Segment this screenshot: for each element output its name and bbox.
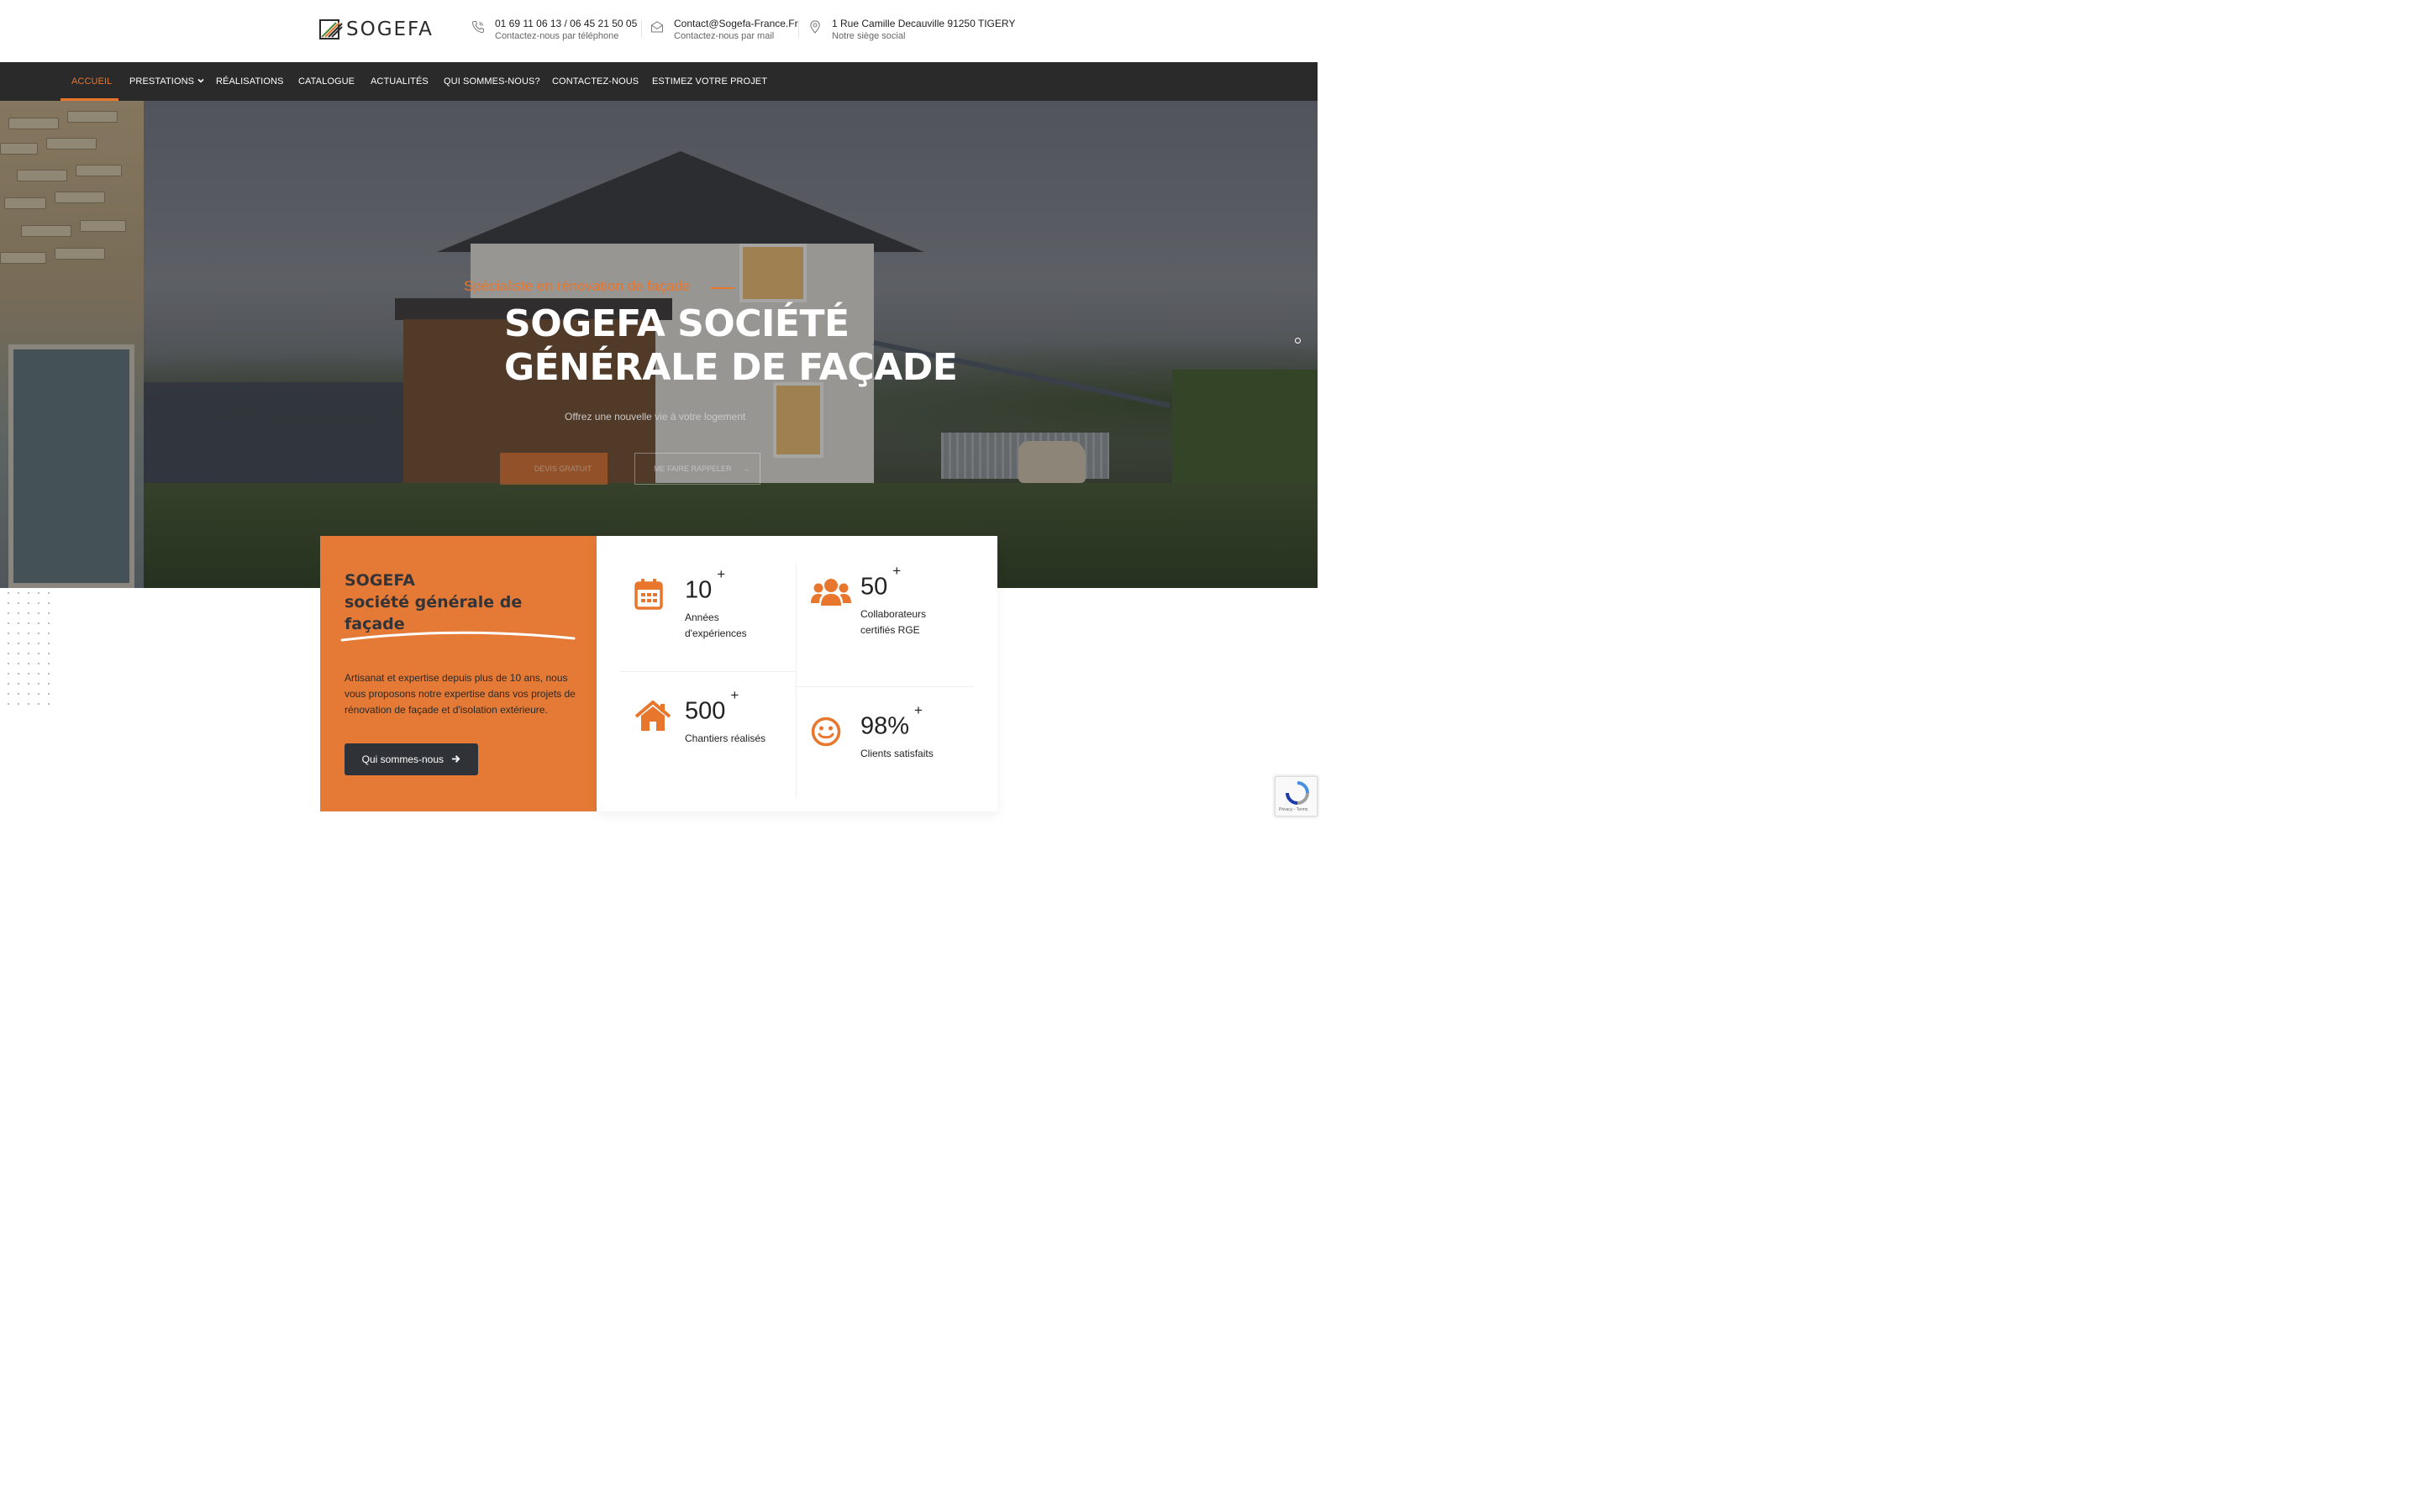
- about-title-line: société générale de: [345, 593, 523, 612]
- stat-value: 98%+: [860, 702, 923, 740]
- contact-address[interactable]: 1 Rue Camille Decauville 91250 TIGERY No…: [808, 18, 1015, 43]
- divider: [796, 563, 797, 798]
- email-caption: Contactez-nous par mail: [674, 31, 775, 41]
- users-icon: [811, 579, 851, 606]
- nav-item-catalogue[interactable]: CATALOGUE: [298, 62, 355, 101]
- stat-value: 50+: [860, 563, 902, 601]
- divider: [796, 686, 974, 687]
- phone-icon: [471, 21, 484, 34]
- stat-label: Collaborateurs certifiés RGE: [860, 608, 927, 636]
- hero-subtitle: Spécialiste en rénovation de façade: [464, 278, 691, 294]
- contact-email[interactable]: Contact@Sogefa-France.Fr Contactez-nous …: [650, 18, 798, 43]
- recaptcha-badge[interactable]: Privacy - Terms: [1275, 776, 1318, 816]
- free-quote-button[interactable]: DEVIS GRATUIT: [500, 453, 608, 485]
- hero-title: SOGEFA SOCIÉTÉ GÉNÉRALE DE FAÇADE: [504, 302, 958, 390]
- hero-slider: Spécialiste en rénovation de façade SOGE…: [0, 101, 1318, 588]
- hero-title-line: GÉNÉRALE DE FAÇADE: [504, 346, 958, 389]
- nav-item-qui-sommes-nous[interactable]: QUI SOMMES-NOUS?: [444, 62, 540, 101]
- nav-item-accueil[interactable]: ACCUEIL: [71, 62, 112, 101]
- home-icon: [634, 701, 671, 731]
- about-us-button-label: Qui sommes-nous: [361, 753, 445, 765]
- callback-button-label: ME FAIRE RAPPELER: [654, 465, 732, 473]
- callback-button[interactable]: ME FAIRE RAPPELER →: [634, 453, 760, 485]
- arrow-right-icon: →: [742, 465, 750, 473]
- hero-tagline: Offrez une nouvelle vie à votre logement: [565, 411, 746, 423]
- phone-number: 01 69 11 06 13 / 06 45 21 50 05: [495, 18, 638, 29]
- nav-item-estimez-votre-projet[interactable]: ESTIMEZ VOTRE PROJET: [652, 62, 767, 101]
- stat-label: Chantiers réalisés: [685, 732, 766, 744]
- calendar-icon: [634, 579, 663, 610]
- nav-item-actualites[interactable]: ACTUALITÉS: [371, 62, 429, 101]
- swoosh-underline-icon: [340, 631, 576, 642]
- top-header: SOGEFA 01 69 11 06 13 / 06 45 21 50 05 C…: [0, 0, 1318, 62]
- hero-subtitle-line: [711, 287, 734, 289]
- stat-label: Clients satisfaits: [860, 748, 934, 759]
- about-description: Artisanat et expertise depuis plus de 10…: [345, 672, 576, 716]
- contact-phone[interactable]: 01 69 11 06 13 / 06 45 21 50 05 Contacte…: [471, 18, 637, 43]
- stats-panel: 10+ Années d'expériences 50+ Collaborateu…: [597, 536, 997, 811]
- smile-icon: [811, 717, 841, 747]
- stat-value: 10+: [685, 566, 726, 604]
- about-title-line: SOGEFA: [345, 571, 415, 590]
- dot-pattern-decoration: [3, 588, 50, 711]
- nav-item-prestations[interactable]: PRESTATIONS: [129, 62, 204, 101]
- address-text: 1 Rue Camille Decauville 91250 TIGERY: [832, 18, 1016, 29]
- chevron-down-icon: [197, 78, 204, 83]
- logo-text: SOGEFA: [346, 18, 434, 40]
- divider: [620, 671, 796, 672]
- about-card: SOGEFA société générale de façade Artisa…: [320, 536, 597, 811]
- nav-item-realisations[interactable]: RÉALISATIONS: [216, 62, 283, 101]
- divider: [798, 20, 799, 39]
- map-pin-icon: [810, 20, 820, 34]
- recaptcha-icon: [1286, 781, 1309, 805]
- email-address: Contact@Sogefa-France.Fr: [674, 18, 798, 29]
- nav-item-contactez-nous[interactable]: CONTACTEZ-NOUS: [552, 62, 639, 101]
- divider: [641, 20, 642, 39]
- about-title: SOGEFA société générale de façade: [345, 570, 597, 635]
- slider-dot[interactable]: [1295, 338, 1301, 344]
- arrow-right-icon: [452, 755, 460, 763]
- recaptcha-label: Privacy - Terms: [1279, 807, 1308, 812]
- stat-value: 500+: [685, 687, 739, 725]
- nav-item-label: PRESTATIONS: [129, 76, 195, 87]
- stat-label: Années d'expériences: [685, 612, 747, 639]
- hero-title-line: SOGEFA SOCIÉTÉ: [504, 302, 850, 345]
- logo-mark-icon: [319, 19, 343, 39]
- logo[interactable]: SOGEFA: [319, 18, 434, 40]
- phone-caption: Contactez-nous par téléphone: [495, 31, 619, 41]
- about-us-button[interactable]: Qui sommes-nous: [345, 743, 478, 775]
- address-caption: Notre siège social: [832, 31, 906, 41]
- main-nav: ACCUEIL PRESTATIONS RÉALISATIONS CATALOG…: [0, 62, 1318, 101]
- mail-icon: [651, 21, 663, 33]
